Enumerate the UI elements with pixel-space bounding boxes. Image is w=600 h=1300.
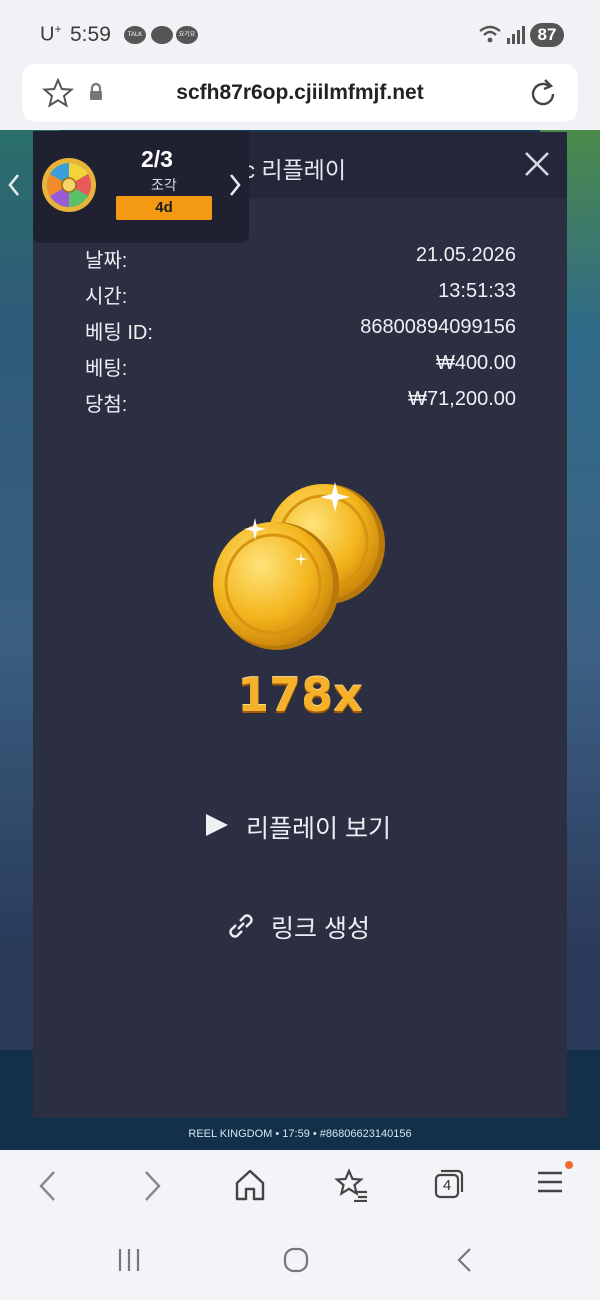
reload-icon[interactable] <box>528 77 558 109</box>
back-icon[interactable] <box>36 1168 60 1204</box>
url-text[interactable]: scfh87r6op.cjiilmfmjf.net <box>22 81 578 105</box>
recent-apps-icon[interactable] <box>116 1247 142 1273</box>
watch-replay-label: 리플레이 보기 <box>246 815 391 843</box>
chevron-left-icon[interactable] <box>7 171 21 199</box>
carrier-label: U+ <box>40 22 62 46</box>
watch-replay-button[interactable]: 리플레이 보기 <box>198 804 408 844</box>
info-row-win: 당첨: ₩71,200.00 <box>85 388 516 418</box>
fragment-count: 2/3 <box>141 146 173 172</box>
fragment-widget[interactable]: 2/3 조각 4d <box>33 131 249 243</box>
status-time: 5:59 <box>70 23 111 46</box>
play-icon <box>206 814 228 836</box>
tabs-button[interactable]: 4 <box>433 1168 465 1200</box>
fragment-label: 조각 <box>151 177 177 193</box>
info-value: 13:51:33 <box>438 280 516 302</box>
browser-toolbar: 4 <box>0 1150 600 1225</box>
system-navigation-bar <box>0 1225 600 1300</box>
info-value: ₩71,200.00 <box>408 388 516 410</box>
info-value: 86800894099156 <box>360 316 516 338</box>
info-label: 베팅 ID: <box>85 322 153 344</box>
menu-notification-dot <box>565 1161 573 1169</box>
fragment-time-badge: 4d <box>116 196 212 220</box>
info-label: 베팅: <box>85 358 128 380</box>
info-label: 날짜: <box>85 250 128 272</box>
chevron-right-icon[interactable] <box>228 171 242 199</box>
home-icon[interactable] <box>234 1168 266 1202</box>
gold-coins-icon <box>213 482 385 650</box>
info-value: 21.05.2026 <box>415 244 516 266</box>
info-value: ₩400.00 <box>435 352 516 374</box>
create-link-label: 링크 생성 <box>271 915 370 943</box>
info-row-bet: 베팅: ₩400.00 <box>85 352 516 382</box>
address-bar[interactable]: scfh87r6op.cjiilmfmjf.net <box>22 64 578 122</box>
menu-icon[interactable] <box>536 1168 564 1196</box>
wifi-icon <box>479 25 501 43</box>
status-bar: U+ 5:59 TALK 요기요 87 <box>0 0 600 62</box>
info-row-time: 시간: 13:51:33 <box>85 280 516 310</box>
back-nav-icon[interactable] <box>454 1247 476 1273</box>
yogiyo-notification-icon: 요기요 <box>176 26 198 44</box>
info-row-bet-id: 베팅 ID: 86800894099156 <box>85 316 516 346</box>
tabs-count: 4 <box>442 1177 452 1194</box>
battery-indicator: 87 <box>530 23 564 47</box>
chat-notification-icon <box>151 26 173 44</box>
info-row-date: 날짜: 21.05.2026 <box>85 244 516 274</box>
talk-notification-icon: TALK <box>124 26 146 44</box>
close-icon[interactable] <box>523 150 551 178</box>
signal-icon <box>507 26 525 44</box>
link-icon <box>229 914 253 938</box>
info-label: 시간: <box>85 286 128 308</box>
home-nav-icon[interactable] <box>283 1247 309 1273</box>
replay-modal: matic 리플레이 날짜: 21.05.2026 시간: 13:51:33 베… <box>33 132 567 1118</box>
info-label: 당첨: <box>85 394 128 416</box>
bookmarks-icon[interactable] <box>334 1168 368 1202</box>
prize-wheel-icon <box>42 158 96 212</box>
forward-icon[interactable] <box>140 1168 164 1204</box>
win-multiplier: 178x <box>237 668 363 722</box>
create-link-button[interactable]: 링크 생성 <box>221 904 381 944</box>
game-footer-text: REEL KINGDOM • 17:59 • #86806623140156 <box>188 1128 412 1140</box>
